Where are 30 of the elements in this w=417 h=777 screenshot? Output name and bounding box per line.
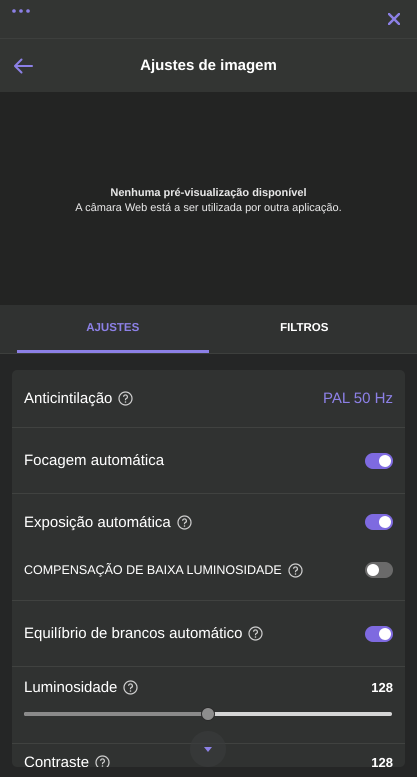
setting-label: Equilíbrio de brancos automático — [24, 625, 242, 642]
setting-label: Contraste — [24, 754, 90, 767]
preview-title: Nenhuma pré-visualização disponível — [110, 187, 307, 199]
setting-label: Exposição automática — [24, 514, 171, 530]
help-icon[interactable] — [118, 391, 134, 406]
help-icon[interactable] — [248, 626, 264, 641]
setting-value[interactable]: PAL 50 Hz — [322, 390, 393, 407]
setting-label: Luminosidade — [24, 678, 118, 696]
help-icon[interactable] — [176, 514, 192, 530]
more-icon[interactable] — [12, 9, 30, 13]
slider-track[interactable] — [24, 707, 392, 721]
setting-label: Anticintilação — [24, 390, 112, 407]
back-arrow-icon[interactable] — [13, 58, 33, 74]
slider-thumb[interactable] — [201, 707, 215, 721]
setting-label: COMPENSAÇÃO DE BAIXA LUMINOSIDADE — [24, 563, 282, 577]
setting-reading: 128 — [371, 754, 393, 767]
setting-reading: 128 — [371, 680, 393, 694]
toggle-switch[interactable] — [365, 452, 393, 468]
window-title: Ajustes de imagem — [139, 57, 278, 74]
toggle-switch[interactable] — [365, 562, 393, 578]
preview-message: A câmara Web está a ser utilizada por outra aplicação. — [75, 202, 342, 214]
toggle-switch[interactable] — [365, 514, 393, 530]
close-icon[interactable] — [388, 13, 400, 25]
setting-label: Focagem automática — [24, 452, 164, 469]
help-icon[interactable] — [95, 754, 110, 767]
toggle-switch[interactable] — [365, 626, 393, 642]
caret-down-icon — [204, 746, 212, 752]
help-icon[interactable] — [288, 562, 303, 578]
tab[interactable]: FILTROS — [208, 305, 400, 353]
help-icon[interactable] — [123, 680, 138, 694]
